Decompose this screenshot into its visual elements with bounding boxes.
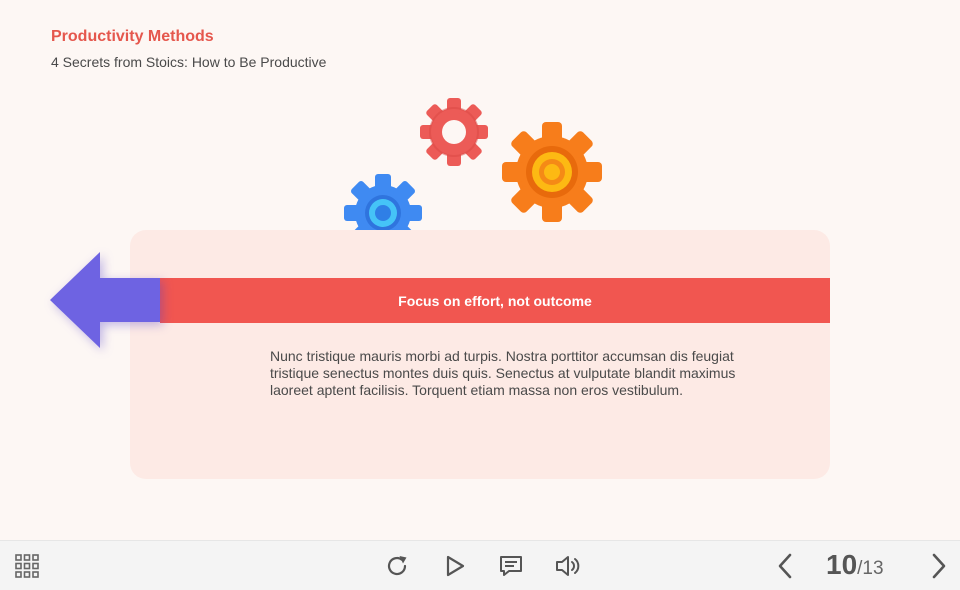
red-gear-icon — [420, 98, 488, 166]
slide-banner: Focus on effort, not outcome — [160, 278, 830, 323]
total-pages: /13 — [857, 558, 884, 579]
current-page: 10 — [826, 549, 858, 580]
slide-subtitle: 4 Secrets from Stoics: How to Be Product… — [51, 54, 327, 70]
banner-text: Focus on effort, not outcome — [398, 292, 592, 309]
captions-icon[interactable] — [496, 551, 526, 581]
player-toolbar: 10 /13 — [0, 540, 960, 590]
course-title: Productivity Methods — [51, 28, 214, 45]
orange-gear-icon — [502, 122, 602, 222]
volume-icon[interactable] — [553, 551, 583, 581]
chevron-left-icon[interactable] — [770, 549, 800, 583]
left-arrow-icon[interactable] — [48, 250, 163, 352]
slide-body-text: Nunc tristique mauris morbi ad turpis. N… — [270, 348, 736, 398]
play-icon[interactable] — [440, 551, 470, 581]
chevron-right-icon[interactable] — [924, 549, 954, 583]
page-counter: 10 /13 — [826, 549, 884, 583]
replay-icon[interactable] — [382, 551, 412, 581]
grid-menu-icon[interactable] — [12, 551, 42, 581]
